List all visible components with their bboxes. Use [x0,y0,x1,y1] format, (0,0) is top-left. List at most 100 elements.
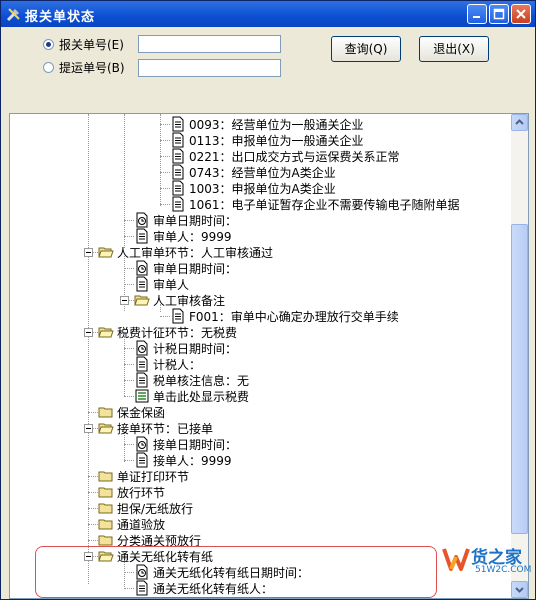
tree-node-label: 接单日期时间： [153,437,238,452]
exit-button[interactable]: 退出(X) [419,36,489,62]
folder-icon [98,516,114,532]
tree-node[interactable]: 计税人： [134,356,201,372]
declaration-no-input[interactable] [138,35,281,53]
tree-node[interactable]: 通道验放 [98,516,165,532]
scroll-thumb[interactable] [511,224,528,534]
folder-open-icon [98,324,114,340]
tree-node-label: 计税日期时间： [153,341,238,356]
document-clock-icon [134,212,150,228]
document-icon [170,148,186,164]
tree-collapse-toggle[interactable] [84,424,93,433]
tree-node-label: 人工审核备注 [153,293,226,308]
tree-node[interactable]: 税单核注信息：无 [134,372,249,388]
close-button[interactable] [511,4,531,24]
tree-node[interactable]: 接单日期时间： [134,436,237,452]
tree-node-label: 0113：申报单位为一般通关企业 [189,133,364,148]
tools-icon [6,8,20,22]
tree-node-label: 审单日期时间： [153,261,238,276]
tree-node[interactable]: 单击此处显示税费 [134,388,249,404]
radio-bill-no[interactable]: 提运单号(B) [43,58,125,76]
tree-node[interactable]: 审单日期时间： [134,260,237,276]
tree-node[interactable]: F001：审单中心确定办理放行交单手续 [170,308,399,324]
query-button[interactable]: 查询(Q) [331,36,401,62]
document-icon [134,356,150,372]
document-icon [134,372,150,388]
bill-no-input[interactable] [138,59,281,77]
document-icon [170,180,186,196]
document-icon [134,228,150,244]
radio-label-declaration-no: 报关单号(E) [59,37,124,52]
maximize-button[interactable] [489,4,509,24]
arrow-up-icon [515,119,524,125]
tree-node[interactable]: 1003：申报单位为A类企业 [170,180,336,196]
tree-node[interactable]: 人工审单环节：人工审核通过 [98,244,273,260]
tree-node-label: 0221：出口成交方式与运保费关系正常 [189,149,400,164]
tree-node[interactable]: 接单人：9999 [134,452,232,468]
tree-collapse-toggle[interactable] [120,296,129,305]
close-icon [516,9,526,19]
status-tree[interactable]: 0093：经营单位为一般通关企业 0113：申报单位为一般通关企业 0221：出口成… [9,113,529,599]
folder-open-icon [134,292,150,308]
tree-node[interactable]: 接单环节：已接单 [98,420,213,436]
folder-icon [98,484,114,500]
tree-node[interactable]: 1061：电子单证暂存企业不需要传输电子随附单据 [170,196,460,212]
minimize-icon [473,16,480,18]
tree-scrollbar[interactable] [511,114,528,598]
folder-open-icon [98,420,114,436]
tree-node[interactable]: 0221：出口成交方式与运保费关系正常 [170,148,400,164]
maximize-icon [493,8,505,20]
tree-node-label: 审单人：9999 [153,229,232,244]
radio-label-bill-no: 提运单号(B) [59,60,125,75]
tree-node[interactable]: 0113：申报单位为一般通关企业 [170,132,364,148]
tree-node-label: 接单环节：已接单 [117,421,214,436]
tree-node[interactable]: 审单人：9999 [134,228,232,244]
tree-node-label: 1003：申报单位为A类企业 [189,181,336,196]
tree-node[interactable]: 审单人 [134,276,189,292]
tree-node-label: 单击此处显示税费 [153,389,250,404]
tree-node[interactable]: 单证打印环节 [98,468,189,484]
document-clock-icon [134,340,150,356]
tree-node-label: 单证打印环节 [117,469,190,484]
folder-open-icon [98,244,114,260]
tree-node[interactable]: 保金保函 [98,404,165,420]
tree-node-label: 计税人： [153,357,202,372]
tree-collapse-toggle[interactable] [84,328,93,337]
tree-node[interactable]: 0743：经营单位为A类企业 [170,164,336,180]
tree-node[interactable]: 审单日期时间： [134,212,237,228]
tree-node-label: 审单日期时间： [153,213,238,228]
window: 报关单状态 报关单号(E) 提运单号(B) 查询(Q) 退出(X) 0093：经… [0,0,536,600]
tree-node[interactable]: 放行环节 [98,484,165,500]
tree-node[interactable]: 0093：经营单位为一般通关企业 [170,116,364,132]
tax-calc-icon [134,388,150,404]
tree-node-label: 1061：电子单证暂存企业不需要传输电子随附单据 [189,197,460,212]
title-bar[interactable]: 报关单状态 [1,1,535,27]
tree-node[interactable]: 担保/无纸放行 [98,500,193,516]
tree-node-label: 接单人：9999 [153,453,232,468]
document-clock-icon [134,436,150,452]
tree-node-label: 人工审单环节：人工审核通过 [117,245,274,260]
window-title: 报关单状态 [25,10,96,25]
folder-icon [98,500,114,516]
tree-node-label: 保金保函 [117,405,166,420]
tree-node[interactable]: 计税日期时间： [134,340,237,356]
folder-icon [98,404,114,420]
minimize-button[interactable] [467,4,487,24]
tree-node-label: 担保/无纸放行 [117,501,194,516]
tree-node-label: 税单核注信息：无 [153,373,250,388]
tree-node-label: 放行环节 [117,485,166,500]
radio-declaration-no[interactable]: 报关单号(E) [43,35,124,53]
watermark-logo-icon [442,548,470,571]
radio-button[interactable] [43,61,54,73]
tree-node-label: 0093：经营单位为一般通关企业 [189,117,364,132]
watermark: 货之家 51W2C.COM [441,541,531,597]
watermark-site: 51W2C.COM [475,565,532,575]
tree-collapse-toggle[interactable] [84,248,93,257]
document-icon [170,196,186,212]
tree-node[interactable]: 人工审核备注 [134,292,225,308]
tree-node[interactable]: 税费计征环节：无税费 [98,324,237,340]
scroll-up-button[interactable] [511,114,528,131]
radio-button-selected[interactable] [43,38,54,50]
document-icon [170,308,186,324]
tree-node-label: 审单人 [153,277,190,292]
tree-node-label: 通道验放 [117,517,166,532]
